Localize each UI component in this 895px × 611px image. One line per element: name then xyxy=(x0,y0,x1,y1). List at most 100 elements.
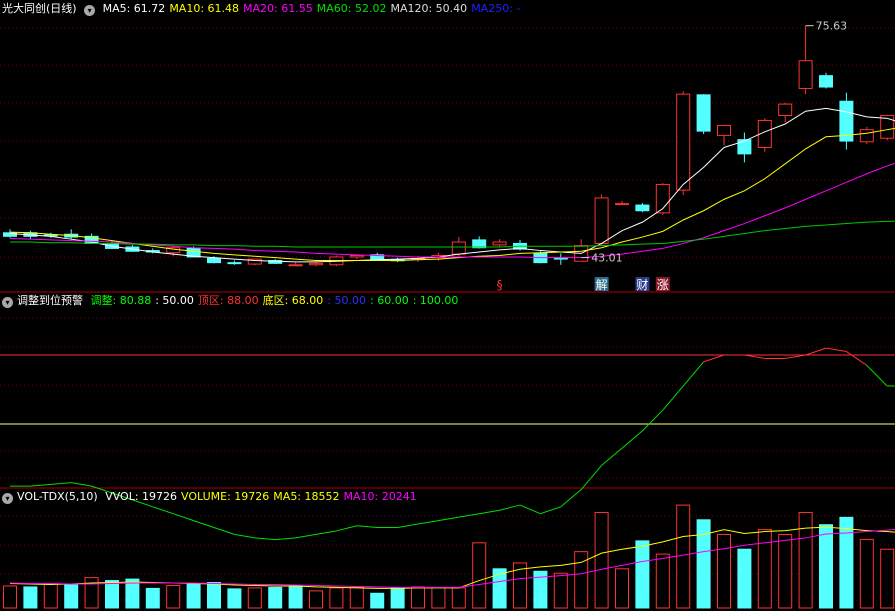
signal-title: 调整到位预警 xyxy=(17,294,83,307)
main-header: 光大同创(日线) ▾ MA5: 61.72 MA10: 61.48 MA20: 61… xyxy=(2,1,528,17)
adjust-line-segment xyxy=(152,506,174,515)
adjust-line-segment xyxy=(744,354,765,359)
adjust-line-segment xyxy=(846,351,868,366)
adjust-line-segment xyxy=(580,465,602,490)
volume-bar xyxy=(451,587,466,609)
dropdown-icon[interactable]: ▾ xyxy=(2,493,13,504)
adjust-line-segment xyxy=(560,489,582,508)
signal-header: ▾ 调整到位预警 调整: 80.88: 50.00 顶区: 88.00 底区: 68.… xyxy=(2,293,466,309)
volume-title: VOL-TDX(5,10) xyxy=(17,490,98,503)
candle xyxy=(615,200,629,206)
volume-bar xyxy=(186,583,201,609)
adjust-line-segment xyxy=(662,385,684,411)
candle-body xyxy=(227,262,242,265)
volume-bar xyxy=(227,588,242,609)
candle-body xyxy=(349,255,364,258)
header-value: 顶区: 88.00 xyxy=(197,294,259,307)
volume-bar xyxy=(778,534,793,609)
volume-bar xyxy=(309,590,323,609)
adjust-line-segment xyxy=(397,523,419,528)
adjust-line-segment xyxy=(50,482,72,485)
candle xyxy=(64,229,79,240)
volume-bar xyxy=(247,587,262,609)
candle-body xyxy=(819,75,833,88)
adjust-line-segment xyxy=(499,504,521,511)
candle-body xyxy=(635,204,650,212)
volume-bar xyxy=(757,529,772,609)
candle-body xyxy=(309,262,323,266)
header-value: VOLUME: 19726 xyxy=(181,490,270,503)
candle-body xyxy=(492,241,507,246)
header-value: : 50.00 xyxy=(155,294,194,307)
candle xyxy=(819,72,833,89)
adjust-line-segment xyxy=(703,354,725,363)
volume-bar xyxy=(635,540,650,609)
adjust-line-segment xyxy=(254,537,276,541)
header-value: MA250: - xyxy=(471,2,521,15)
volume-bar xyxy=(737,548,752,609)
candle xyxy=(635,202,650,213)
volume-bar xyxy=(268,586,283,609)
event-marker: 财 xyxy=(635,277,650,292)
dropdown-icon[interactable]: ▾ xyxy=(84,5,96,16)
candle-body xyxy=(207,257,221,264)
adjust-line-segment xyxy=(234,533,255,539)
volume-bar xyxy=(370,592,385,609)
adjust-line-segment xyxy=(71,482,92,487)
volume-bar xyxy=(64,583,79,609)
price-pane: 75.63 43.01 § 解 财涨 xyxy=(3,20,895,292)
candle xyxy=(288,262,303,267)
candle-body xyxy=(696,94,711,132)
header-value: : 50.00 xyxy=(327,294,367,307)
volume-bar xyxy=(798,511,813,609)
event-marker-text: 解 xyxy=(596,278,608,292)
candle-body xyxy=(859,129,874,143)
candle xyxy=(594,194,609,245)
event-marker: § xyxy=(497,278,503,292)
candle xyxy=(880,114,895,141)
ma-indicators: MA5: 61.72 MA10: 61.48 MA20: 61.55 MA60: 52… xyxy=(103,2,525,15)
header-value: : 100.00 xyxy=(412,294,459,307)
candle-body xyxy=(676,93,691,191)
candle-body xyxy=(615,203,629,206)
candle-body xyxy=(288,264,303,267)
header-value: VVOL: 19726 xyxy=(105,490,178,503)
header-value: 调整: 80.88 xyxy=(90,294,152,307)
adjust-line-segment xyxy=(356,525,378,528)
volume-bar xyxy=(880,548,895,609)
candle xyxy=(859,126,874,144)
candle xyxy=(390,257,405,262)
header-value: : 60.00 xyxy=(370,294,409,307)
adjust-line-segment xyxy=(438,516,459,522)
header-value: 底区: 68.00 xyxy=(262,294,324,307)
header-value: MA5: 18552 xyxy=(273,490,340,503)
event-marker-text: 财 xyxy=(636,278,648,292)
volume-bar xyxy=(615,568,629,609)
signal-values: 调整: 80.88: 50.00 顶区: 88.00 底区: 68.00: 50.0… xyxy=(91,294,463,307)
volume-bar xyxy=(207,582,221,609)
volume-values: VVOL: 19726 VOLUME: 19726 MA5: 18552 MA10: … xyxy=(105,490,421,503)
dropdown-icon[interactable]: ▾ xyxy=(2,297,13,308)
candle xyxy=(839,92,854,150)
candle-body xyxy=(594,197,609,244)
adjust-line-segment xyxy=(805,347,827,356)
volume-bar xyxy=(288,585,303,609)
volume-bar xyxy=(145,587,160,609)
volume-bar xyxy=(166,584,181,609)
candle xyxy=(655,183,670,216)
volume-bar xyxy=(23,586,38,609)
candle xyxy=(492,239,507,248)
volume-bar xyxy=(839,516,854,609)
candle xyxy=(717,124,731,146)
candle xyxy=(227,260,242,265)
candle xyxy=(553,253,568,265)
adjust-line-segment xyxy=(479,509,500,515)
candle xyxy=(778,102,793,123)
candle xyxy=(798,25,813,95)
low-label: 43.01 xyxy=(591,252,623,265)
volume-bar xyxy=(472,542,487,609)
adjust-line-segment xyxy=(621,430,643,449)
stock-name: 光大同创 xyxy=(2,2,46,15)
header-value: MA5: 61.72 xyxy=(102,2,166,15)
volume-header: ▾ VOL-TDX(5,10) VVOL: 19726 VOLUME: 19726 M… xyxy=(2,489,425,505)
